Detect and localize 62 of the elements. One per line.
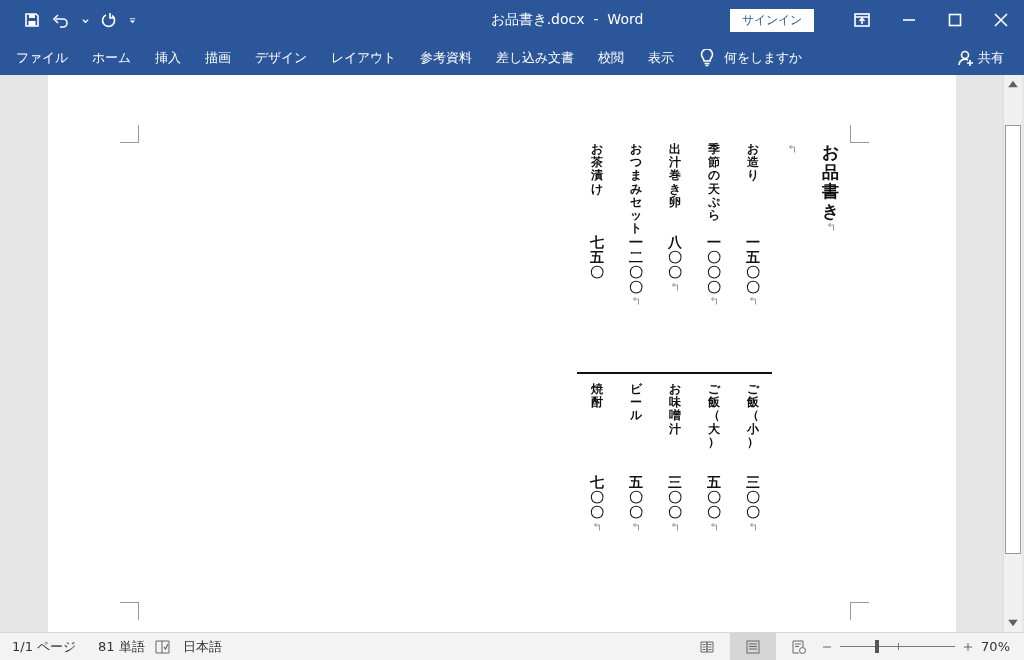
item-name: お茶漬け: [590, 143, 603, 196]
ribbon-tab[interactable]: ホーム: [80, 44, 143, 71]
item-price: 一二〇〇: [628, 236, 643, 296]
sign-in-button[interactable]: サインイン: [730, 8, 814, 32]
item-name: 季節の天ぷら: [707, 143, 720, 223]
item-price: 五〇〇: [706, 476, 721, 521]
zoom-in-icon[interactable]: [963, 641, 974, 652]
person-add-icon: [958, 49, 974, 66]
item-name: 出汁巻き卵: [668, 143, 681, 209]
crop-mark: [850, 125, 869, 143]
ribbon-tab[interactable]: 描画: [193, 44, 243, 71]
item-name: お味噌汁: [668, 383, 681, 436]
close-icon[interactable]: [994, 13, 1008, 27]
item-price: 七〇〇: [589, 476, 604, 521]
language-indicator[interactable]: 日本語: [182, 637, 222, 656]
menu-title: お品書き: [822, 143, 839, 222]
caret-icon[interactable]: [82, 16, 89, 24]
item-price: 三〇〇: [667, 476, 682, 521]
item-name: お造り: [746, 143, 759, 183]
web-layout-icon: [791, 638, 808, 655]
share-button[interactable]: 共有: [952, 47, 1010, 68]
lightbulb-icon[interactable]: [700, 48, 714, 67]
proofing-book-icon[interactable]: [154, 639, 171, 654]
item-price: 七五〇: [589, 236, 604, 281]
maximize-icon[interactable]: [948, 13, 962, 27]
ribbon-tab[interactable]: 参考資料: [408, 44, 484, 71]
item-price: 八〇〇: [667, 236, 682, 281]
save-icon[interactable]: [24, 12, 40, 28]
read-mode-icon: [699, 638, 716, 655]
ribbon-tab[interactable]: 挿入: [143, 44, 193, 71]
item-price: 一五〇〇: [745, 236, 760, 296]
crop-mark: [120, 602, 139, 620]
vertical-scrollbar[interactable]: [1003, 75, 1022, 632]
item-name: ご飯（小）: [746, 383, 759, 449]
tell-me-search[interactable]: 何をしますか: [724, 48, 802, 67]
item-price: 一〇〇〇: [706, 236, 721, 296]
scrollbar-thumb[interactable]: [1005, 125, 1021, 554]
window-title: お品書き.docx - Word: [489, 11, 645, 29]
item-name: ご飯（大）: [707, 383, 720, 449]
undo-icon[interactable]: [52, 12, 70, 28]
crop-mark: [120, 125, 139, 143]
redo-icon[interactable]: [101, 12, 117, 28]
ribbon-tab[interactable]: レイアウト: [319, 44, 408, 71]
customize-caret-icon[interactable]: [129, 16, 136, 24]
zoom-level[interactable]: 70%: [981, 639, 1010, 654]
zoom-slider[interactable]: [840, 640, 956, 653]
item-name: おつまみセット: [629, 143, 642, 236]
page-count[interactable]: 1/1 ページ: [12, 637, 77, 656]
print-layout-icon: [745, 638, 762, 655]
crop-mark: [850, 602, 869, 620]
ribbon-tab[interactable]: 差し込み文書: [484, 44, 586, 71]
zoom-slider-thumb[interactable]: [874, 640, 879, 653]
item-price: 三〇〇: [745, 476, 760, 521]
ribbon-tab[interactable]: 表示: [636, 44, 686, 71]
item-name: ビール: [629, 383, 642, 423]
item-name: 焼酎: [590, 383, 603, 410]
ribbon-display-icon[interactable]: [854, 13, 870, 27]
word-count[interactable]: 81 単語: [98, 637, 145, 656]
ribbon-tab[interactable]: デザイン: [243, 44, 319, 71]
ribbon-tab[interactable]: ファイル: [4, 44, 80, 71]
ribbon-tab[interactable]: 校閲: [586, 44, 636, 71]
item-price: 五〇〇: [628, 476, 643, 521]
